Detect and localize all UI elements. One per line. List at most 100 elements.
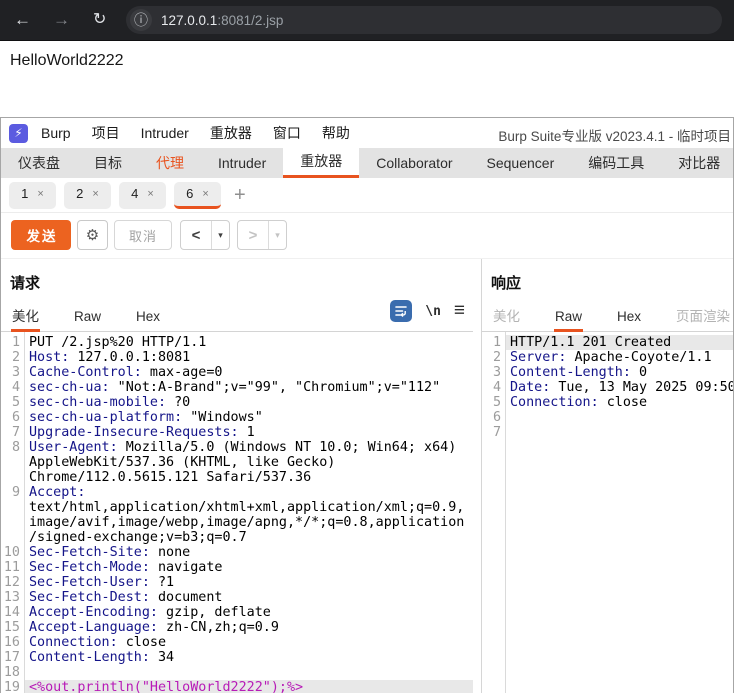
close-tab-icon[interactable]: × <box>202 188 208 200</box>
request-tab-pretty[interactable]: 美化 <box>11 305 40 332</box>
menu-bar-items: Burp 项目 Intruder 重放器 窗口 帮助 <box>41 123 350 143</box>
response-panel-header: 响应 美化 Raw Hex 页面渲染 <box>482 259 733 332</box>
editor-line[interactable]: 16 Connection: close <box>1 635 473 650</box>
editor-line[interactable]: 1 PUT /2.jsp%20 HTTP/1.1 <box>1 335 473 350</box>
line-number: 15 <box>3 620 20 635</box>
editor-line[interactable]: 14 Accept-Encoding: gzip, deflate <box>1 605 473 620</box>
forward-icon[interactable]: → <box>53 0 70 40</box>
menu-item-0[interactable]: Burp <box>41 125 71 141</box>
request-editor[interactable]: 1 PUT /2.jsp%20 HTTP/1.1 2 Host: 127.0.0.1:… <box>1 332 473 693</box>
panel-divider[interactable] <box>473 259 481 693</box>
editor-menu-icon[interactable]: ≡ <box>454 301 465 321</box>
line-number: 1 <box>11 335 20 350</box>
editor-line[interactable]: 9 Accept: text/html,application/xhtml+xml… <box>1 485 473 545</box>
close-tab-icon[interactable]: × <box>92 188 98 200</box>
main-tab-dashboard[interactable]: 仪表盘 <box>1 148 77 178</box>
editor-line[interactable]: 18 <box>1 665 473 680</box>
editor-line[interactable]: 19 <%out.println("HelloWorld2222");%> <box>1 680 473 693</box>
close-tab-icon[interactable]: × <box>37 188 43 200</box>
editor-line[interactable]: 3 Cache-Control: max-age=0 <box>1 365 473 380</box>
request-tab-raw[interactable]: Raw <box>73 305 102 332</box>
line-number: 2 <box>11 350 20 365</box>
line-number: 18 <box>3 665 20 680</box>
editor-line[interactable]: 1 HTTP/1.1 201 Created <box>482 335 733 350</box>
editor-line[interactable]: 7 Upgrade-Insecure-Requests: 1 <box>1 425 473 440</box>
settings-button[interactable]: ⚙ <box>77 220 108 250</box>
request-panel: 请求 美化 Raw Hex \n ≡ 1 PUT /2.jsp%20 HTTP/… <box>1 259 473 693</box>
main-tab-intruder[interactable]: Intruder <box>201 148 283 178</box>
word-wrap-icon[interactable] <box>390 300 413 322</box>
back-icon[interactable]: ← <box>14 0 31 40</box>
response-editor[interactable]: 1 HTTP/1.1 201 Created 2 Server: Apache-Coy… <box>482 332 733 693</box>
editor-line[interactable]: 5 Connection: close <box>482 395 733 410</box>
editor-line[interactable]: 2 Server: Apache-Coyote/1.1 <box>482 350 733 365</box>
main-tab-collaborator[interactable]: Collaborator <box>359 148 469 178</box>
send-button[interactable]: 发送 <box>11 220 71 250</box>
line-number: 6 <box>11 410 20 425</box>
main-tab-proxy[interactable]: 代理 <box>139 148 201 178</box>
add-tab-button[interactable]: + <box>234 182 246 209</box>
editor-line[interactable]: 6 <box>482 410 733 425</box>
menu-item-1[interactable]: 项目 <box>92 123 120 143</box>
editor-line[interactable]: 3 Content-Length: 0 <box>482 365 733 380</box>
menu-item-4[interactable]: 窗口 <box>273 123 301 143</box>
line-number: 12 <box>3 575 20 590</box>
main-tab-decoder[interactable]: 编码工具 <box>571 148 661 178</box>
code-text: User-Agent: Mozilla/5.0 (Windows NT 10.0… <box>29 440 465 485</box>
newline-toggle-icon[interactable]: \n <box>425 304 441 319</box>
editor-line[interactable]: 5 sec-ch-ua-mobile: ?0 <box>1 395 473 410</box>
main-tab-comparer[interactable]: 对比器 <box>661 148 733 178</box>
editor-line[interactable]: 4 Date: Tue, 13 May 2025 09:50 <box>482 380 733 395</box>
menu-item-2[interactable]: Intruder <box>141 125 189 141</box>
line-number: 8 <box>11 440 20 455</box>
menu-item-5[interactable]: 帮助 <box>322 123 350 143</box>
next-request-button[interactable]: > ▾ <box>237 220 287 250</box>
editor-line[interactable]: 15 Accept-Language: zh-CN,zh;q=0.9 <box>1 620 473 635</box>
main-tab-repeater[interactable]: 重放器 <box>283 148 360 178</box>
editor-line[interactable]: 12 Sec-Fetch-User: ?1 <box>1 575 473 590</box>
prev-request-button[interactable]: < ▾ <box>180 220 230 250</box>
code-text: Content-Length: 0 <box>510 365 648 380</box>
chevron-down-icon[interactable]: ▾ <box>212 230 229 241</box>
main-tab-target[interactable]: 目标 <box>77 148 139 178</box>
response-tab-hex[interactable]: Hex <box>616 305 642 332</box>
site-info-icon[interactable]: ⓘ <box>130 9 152 31</box>
editor-line[interactable]: 13 Sec-Fetch-Dest: document <box>1 590 473 605</box>
editor-line[interactable]: 6 sec-ch-ua-platform: "Windows" <box>1 410 473 425</box>
line-number: 16 <box>3 635 20 650</box>
repeater-tab-label: 6 <box>186 186 194 201</box>
line-number: 1 <box>492 335 501 350</box>
editor-line[interactable]: 17 Content-Length: 34 <box>1 650 473 665</box>
repeater-tab-6[interactable]: 6 × <box>174 181 221 209</box>
page-body-text: HelloWorld2222 <box>10 52 124 69</box>
code-text: Cache-Control: max-age=0 <box>29 365 223 380</box>
editor-line[interactable]: 11 Sec-Fetch-Mode: navigate <box>1 560 473 575</box>
code-text: Connection: close <box>29 635 167 650</box>
code-text: Sec-Fetch-Mode: navigate <box>29 560 223 575</box>
request-view-tabs: 美化 Raw Hex <box>11 305 194 332</box>
close-tab-icon[interactable]: × <box>147 188 153 200</box>
menu-item-3[interactable]: 重放器 <box>210 123 252 143</box>
line-number: 19 <box>3 680 20 693</box>
editor-line[interactable]: 2 Host: 127.0.0.1:8081 <box>1 350 473 365</box>
address-bar[interactable]: ⓘ 127.0.0.1:8081/2.jsp <box>126 6 722 34</box>
repeater-tab-label: 1 <box>21 186 29 201</box>
editor-line[interactable]: 10 Sec-Fetch-Site: none <box>1 545 473 560</box>
code-text: sec-ch-ua: "Not:A-Brand";v="99", "Chromi… <box>29 380 441 395</box>
response-tab-raw[interactable]: Raw <box>554 305 584 332</box>
editor-line[interactable]: 8 User-Agent: Mozilla/5.0 (Windows NT 10.… <box>1 440 473 485</box>
editor-line[interactable]: 7 <box>482 425 733 440</box>
request-tab-hex[interactable]: Hex <box>135 305 161 332</box>
cancel-button[interactable]: 取消 <box>114 220 172 250</box>
main-tab-sequencer[interactable]: Sequencer <box>470 148 572 178</box>
repeater-tab-2[interactable]: 2 × <box>64 181 111 209</box>
repeater-tab-4[interactable]: 4 × <box>119 181 166 209</box>
response-tab-pretty[interactable]: 美化 <box>492 305 521 332</box>
editor-line[interactable]: 4 sec-ch-ua: "Not:A-Brand";v="99", "Chrom… <box>1 380 473 395</box>
chevron-down-icon[interactable]: ▾ <box>269 230 286 241</box>
response-tab-render[interactable]: 页面渲染 <box>675 305 731 332</box>
repeater-tab-1[interactable]: 1 × <box>9 181 56 209</box>
reload-icon[interactable]: ↻ <box>93 0 106 40</box>
line-number: 7 <box>11 425 20 440</box>
